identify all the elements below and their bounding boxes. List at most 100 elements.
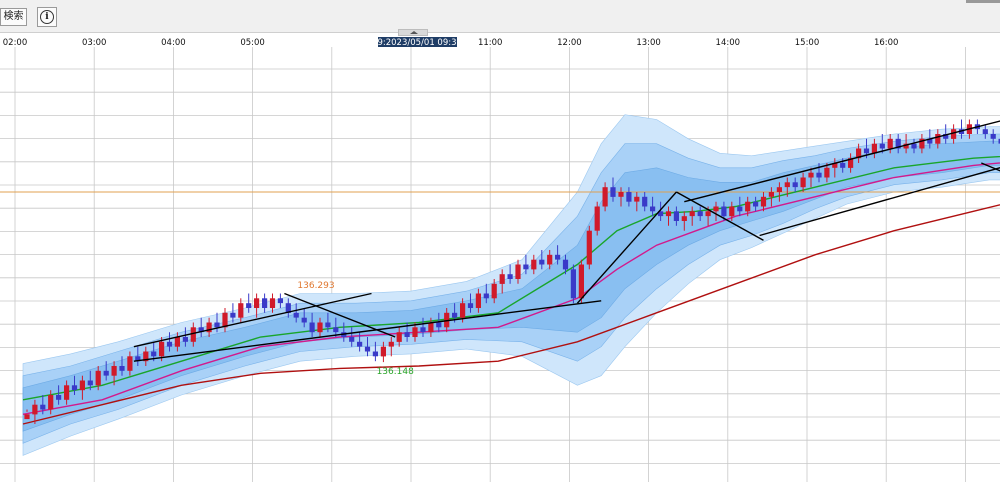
- candle-body: [182, 337, 188, 342]
- candle-body: [404, 332, 410, 337]
- candle-body: [262, 298, 268, 308]
- candle-body: [436, 322, 442, 328]
- candle-body: [452, 312, 458, 318]
- time-tick-label: 02:00: [3, 38, 28, 48]
- candle-body: [808, 172, 814, 178]
- candle-body: [768, 192, 774, 197]
- time-tick-label: 05:00: [240, 38, 265, 48]
- candle-body: [547, 254, 553, 265]
- chart-grid: [0, 47, 1000, 482]
- candle-body: [555, 254, 561, 260]
- time-tick-label: 04:00: [161, 38, 186, 48]
- candle-body: [349, 337, 355, 342]
- time-tick-label: 03:00: [82, 38, 107, 48]
- window-edge-mark: [966, 0, 1000, 3]
- candle-body: [618, 192, 624, 197]
- candle-body: [309, 322, 315, 333]
- candle-body: [586, 230, 592, 265]
- candle-body: [159, 341, 165, 357]
- candle-body: [935, 134, 941, 144]
- candle-body: [665, 211, 672, 217]
- candle-body: [428, 322, 434, 333]
- candle-body: [578, 264, 584, 299]
- candle-body: [333, 327, 339, 333]
- candle-body: [594, 206, 600, 231]
- candle-body: [48, 395, 54, 410]
- time-tick-label: 14:00: [716, 38, 741, 48]
- candle-body: [467, 303, 474, 308]
- candle-body: [483, 293, 489, 299]
- candle: [594, 201, 600, 236]
- candle: [586, 225, 592, 270]
- candle-body: [887, 138, 893, 149]
- candle-body: [737, 206, 743, 212]
- candle-body: [412, 327, 418, 337]
- candle-body: [190, 327, 196, 342]
- candle-body: [151, 351, 157, 357]
- candle-body: [721, 206, 727, 217]
- candle-body: [214, 322, 220, 328]
- panel-collapse-handle[interactable]: [398, 29, 428, 36]
- candle-body: [729, 206, 735, 217]
- candle-body: [388, 341, 394, 347]
- candle-body: [119, 366, 125, 371]
- time-tick-label: 16:00: [874, 38, 899, 48]
- candle-body: [111, 366, 117, 376]
- candle-body: [634, 196, 640, 202]
- candle-body: [364, 346, 371, 352]
- bollinger-bands: [22, 114, 1000, 456]
- price-annotation: 136.293: [297, 281, 334, 291]
- candle-body: [87, 380, 93, 386]
- candle-body: [531, 259, 537, 270]
- candle-body: [380, 346, 386, 357]
- candle-body: [499, 274, 505, 284]
- candle-body: [301, 317, 307, 323]
- candle-body: [269, 298, 276, 308]
- candle-body: [396, 332, 402, 342]
- candle-body: [562, 259, 569, 270]
- candle-body: [792, 182, 798, 188]
- candle-body: [745, 201, 751, 212]
- candle-body: [523, 264, 529, 270]
- candle-body: [420, 327, 426, 333]
- candle-body: [372, 351, 378, 357]
- candle-body: [357, 341, 363, 347]
- candle-body: [71, 385, 78, 391]
- candle-body: [879, 143, 885, 149]
- candle-body: [166, 341, 173, 347]
- info-icon: i: [40, 10, 54, 24]
- candle-body: [871, 143, 877, 154]
- candle-body: [650, 206, 656, 212]
- candle-body: [626, 192, 632, 202]
- candle-body: [174, 337, 180, 347]
- candle-body: [776, 187, 782, 192]
- candle-body: [95, 370, 101, 386]
- info-button[interactable]: i: [37, 7, 57, 27]
- candle-body: [507, 274, 513, 279]
- price-chart[interactable]: 136.293136.148136.583 02:0003:0004:0005:…: [0, 37, 1000, 482]
- candle-body: [784, 182, 790, 188]
- candle-body: [824, 167, 830, 178]
- candle-body: [539, 259, 545, 265]
- candle-body: [293, 312, 299, 318]
- candle-body: [602, 187, 608, 207]
- candle-body: [325, 322, 331, 328]
- candle-body: [610, 187, 616, 197]
- candle-body: [673, 211, 679, 221]
- candle-body: [64, 385, 70, 400]
- candle-body: [816, 172, 822, 178]
- candle-body: [753, 201, 759, 207]
- candle-body: [911, 143, 917, 149]
- search-button[interactable]: 検索: [0, 8, 27, 26]
- candle-body: [642, 196, 648, 207]
- candle-body: [570, 269, 576, 299]
- candle-body: [277, 298, 283, 304]
- toolbar: 検索 i: [0, 0, 1000, 33]
- candle-body: [800, 177, 806, 188]
- candle-body: [713, 206, 719, 212]
- candle-body: [982, 129, 988, 134]
- candle-body: [689, 211, 695, 217]
- candle-body: [32, 404, 38, 415]
- candle-body: [79, 380, 85, 391]
- candle-body: [990, 134, 996, 139]
